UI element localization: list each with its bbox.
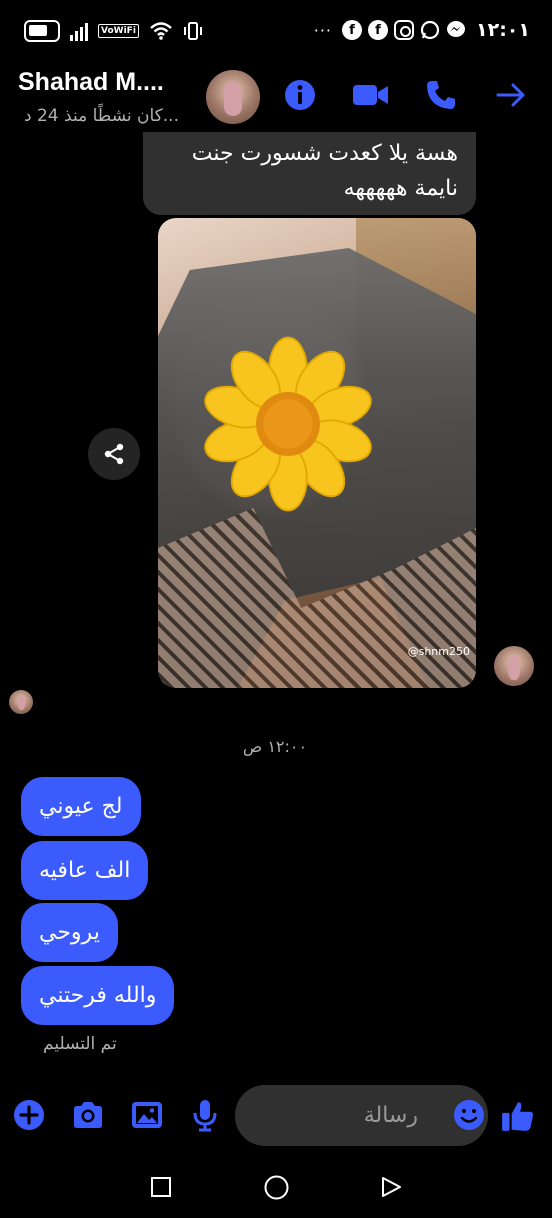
vowifi-badge: VoWiFi: [98, 24, 139, 38]
microphone-icon[interactable]: [188, 1098, 222, 1132]
outgoing-message[interactable]: الف عافيه: [21, 841, 149, 900]
facebook-icon: f: [342, 20, 362, 40]
thumbs-up-icon[interactable]: [500, 1098, 536, 1134]
active-status: كان نشطًا منذ 24 د...: [24, 106, 179, 126]
battery-icon: [24, 20, 60, 42]
emoji-icon[interactable]: [452, 1098, 486, 1132]
chat-header: Shahad M.... كان نشطًا منذ 24 د...: [0, 64, 552, 134]
messenger-icon: [447, 21, 465, 37]
forward-arrow-icon[interactable]: [494, 78, 528, 112]
avatar[interactable]: [206, 70, 260, 124]
photo-watermark: @shnm250: [407, 645, 470, 658]
status-bar: VoWiFi ··· f f ١٢:٠١: [0, 0, 552, 64]
phone-call-icon[interactable]: [424, 78, 458, 112]
incoming-message[interactable]: هسة يلا كعدت شسورت جنت نايمة هههههه: [143, 132, 476, 215]
info-icon[interactable]: [283, 78, 317, 112]
outgoing-message[interactable]: لج عيوني: [21, 777, 141, 836]
delivered-status: تم التسليم: [43, 1034, 117, 1054]
more-notifications-icon: ···: [313, 20, 332, 40]
add-icon[interactable]: [12, 1098, 46, 1132]
gallery-icon[interactable]: [130, 1098, 164, 1132]
whatsapp-icon: [420, 20, 440, 40]
seen-avatar: [9, 690, 33, 714]
contact-name[interactable]: Shahad M....: [18, 68, 164, 97]
system-navigation-bar: [0, 1160, 552, 1218]
photo-message[interactable]: @shnm250: [158, 218, 476, 688]
message-input[interactable]: [235, 1085, 488, 1146]
video-call-icon[interactable]: [352, 78, 390, 112]
share-button[interactable]: [88, 428, 140, 480]
sunflower-sticker-icon: [204, 336, 372, 512]
signal-icon: [70, 21, 88, 41]
wifi-icon: [150, 22, 172, 40]
recents-button[interactable]: [150, 1176, 172, 1198]
instagram-icon: [394, 20, 414, 40]
outgoing-message[interactable]: يروحي: [21, 903, 118, 962]
share-icon: [104, 443, 124, 465]
seen-avatar: [494, 646, 534, 686]
home-button[interactable]: [264, 1175, 289, 1200]
facebook-icon: f: [368, 20, 388, 40]
camera-icon[interactable]: [71, 1098, 105, 1132]
clock: ١٢:٠١: [476, 19, 530, 41]
outgoing-message[interactable]: والله فرحتني: [21, 966, 175, 1025]
vibrate-icon: [183, 22, 202, 40]
back-button[interactable]: [380, 1176, 402, 1198]
message-composer: [0, 1082, 552, 1148]
message-timestamp: ١٢:٠٠ ص: [242, 737, 308, 756]
